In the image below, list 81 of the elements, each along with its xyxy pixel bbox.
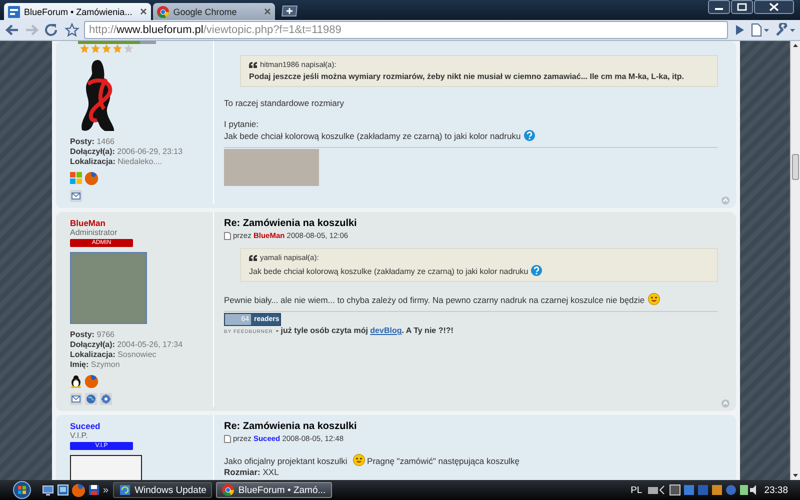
window-switch-icon[interactable] <box>57 484 69 496</box>
back-icon[interactable] <box>4 23 20 37</box>
clock-time[interactable]: 23:38 <box>764 484 788 496</box>
quote-text: Podaj jeszcze jeśli można wymiary rozmiarów, żeby nikt nie musiał w ciemno zamawiać... Ile cm ma M-ka, L-ka, itp. <box>249 72 685 81</box>
star-icon <box>102 44 111 53</box>
profile-value: 2006-06-29, 23:13 <box>117 147 183 156</box>
language-indicator[interactable]: PL <box>630 484 642 496</box>
chrome-logo-icon <box>222 484 234 496</box>
profile-label: Posty: <box>70 137 94 146</box>
scrollbar-thumb[interactable] <box>792 154 799 180</box>
question-smiley-icon <box>524 130 535 141</box>
question-smiley-icon <box>531 265 542 276</box>
post-text: To raczej standardowe rozmiary <box>224 98 345 108</box>
profile-value: Niedaleko.... <box>118 157 162 166</box>
profile-value: 9766 <box>96 330 114 339</box>
chrome-logo-icon <box>157 6 170 18</box>
profile-label: Dołączył(a): <box>70 147 115 156</box>
penguin-icon <box>70 375 82 388</box>
profile-label: Dołączył(a): <box>70 340 115 349</box>
minimize-icon[interactable] <box>708 0 730 14</box>
update-icon <box>118 484 131 496</box>
flower-icon[interactable] <box>100 393 112 405</box>
post-text: Jak bede chciał kolorową koszulke (zakładamy ze czarną) to jaki kolor nadruku <box>224 130 726 141</box>
restore-icon[interactable] <box>731 0 753 14</box>
browser-tab[interactable]: BlueForum • Zamówienia... <box>4 3 152 20</box>
quote-text: Jak bede chciał kolorową koszulke (zakładamy ze czarną) to jaki kolor nadruku <box>249 265 709 276</box>
user-rank: V.I.P. <box>70 431 88 440</box>
browser-tab[interactable]: Google Chrome <box>153 3 276 20</box>
globe-icon[interactable] <box>85 393 97 405</box>
reload-icon[interactable] <box>44 23 60 37</box>
taskbar-button[interactable]: Windows Update <box>112 482 212 498</box>
post-text: I pytanie: <box>224 119 260 129</box>
close-icon[interactable] <box>754 0 794 14</box>
tab-title: BlueForum • Zamówienia... <box>24 6 132 16</box>
username[interactable]: Suceed <box>70 421 100 431</box>
star-icon <box>124 44 133 53</box>
more-icons-button[interactable]: » <box>103 484 109 496</box>
post-text: Pewnie biały... ale nie wiem... to chyba zależy od firmy. Na pewno czarny nadruk na czarnej koszulce nie będzie <box>224 293 726 305</box>
firefox-logo-icon <box>85 172 98 185</box>
star-icon <box>113 44 122 53</box>
start-orb-icon[interactable] <box>12 481 32 499</box>
post-icon <box>224 232 231 240</box>
tab-title: Google Chrome <box>173 6 238 16</box>
profile-label: Imię: <box>70 360 89 369</box>
profile-label: Posty: <box>70 330 94 339</box>
profile-value: Sosnowiec <box>118 350 156 359</box>
taskbar-button[interactable]: BlueForum • Zamó... <box>216 482 332 498</box>
desktop-icon[interactable] <box>42 484 54 496</box>
post-text: Rozmiar: XXL <box>224 467 280 477</box>
blog-link[interactable]: devBlog <box>370 326 402 335</box>
quote-mark-icon <box>249 254 257 260</box>
windows-logo-icon <box>70 172 82 184</box>
post-text: Jako oficjalny projektant koszulki Pragnę "zamówić" następująca koszulkę <box>224 454 521 466</box>
quote-mark-icon <box>249 62 257 68</box>
star-icon <box>91 44 100 53</box>
user-rank: Administrator <box>70 228 118 237</box>
grinning-smiley-icon <box>648 293 660 305</box>
tray-icons-drawing[interactable] <box>648 484 758 496</box>
post-icon <box>224 434 231 442</box>
close-icon[interactable] <box>140 8 148 15</box>
profile-value: Szymon <box>90 360 120 369</box>
address-field[interactable]: http://www.blueforum.pl/viewtopic.php?f=1&t=11989 <box>84 21 728 39</box>
mail-icon[interactable] <box>70 190 82 202</box>
grinning-smiley-icon <box>352 454 365 466</box>
post-title[interactable]: Re: Zamówienia na koszulki <box>224 218 726 229</box>
star-icon <box>80 44 89 53</box>
firefox-logo-icon[interactable] <box>72 484 85 496</box>
username[interactable]: BlueMan <box>70 218 106 228</box>
profile-value: 1466 <box>96 137 114 146</box>
wrench-menu-icon[interactable] <box>774 23 796 37</box>
signature-text: - już tyle osób czyta mój devBlog. A Ty nie ?!?! <box>276 326 454 335</box>
post-title[interactable]: Re: Zamówienia na koszulki <box>224 421 726 432</box>
forum-favicon-icon <box>8 6 20 18</box>
new-tab-icon[interactable] <box>281 5 300 17</box>
profile-value: 2004-05-26, 17:34 <box>117 340 183 349</box>
mail-icon[interactable] <box>70 393 82 405</box>
star-icon[interactable] <box>64 23 80 37</box>
profile-label: Lokalizacja: <box>70 350 116 359</box>
page-menu-icon[interactable] <box>750 23 770 37</box>
profile-label: Lokalizacja: <box>70 157 116 166</box>
firefox-logo-icon <box>85 375 98 388</box>
